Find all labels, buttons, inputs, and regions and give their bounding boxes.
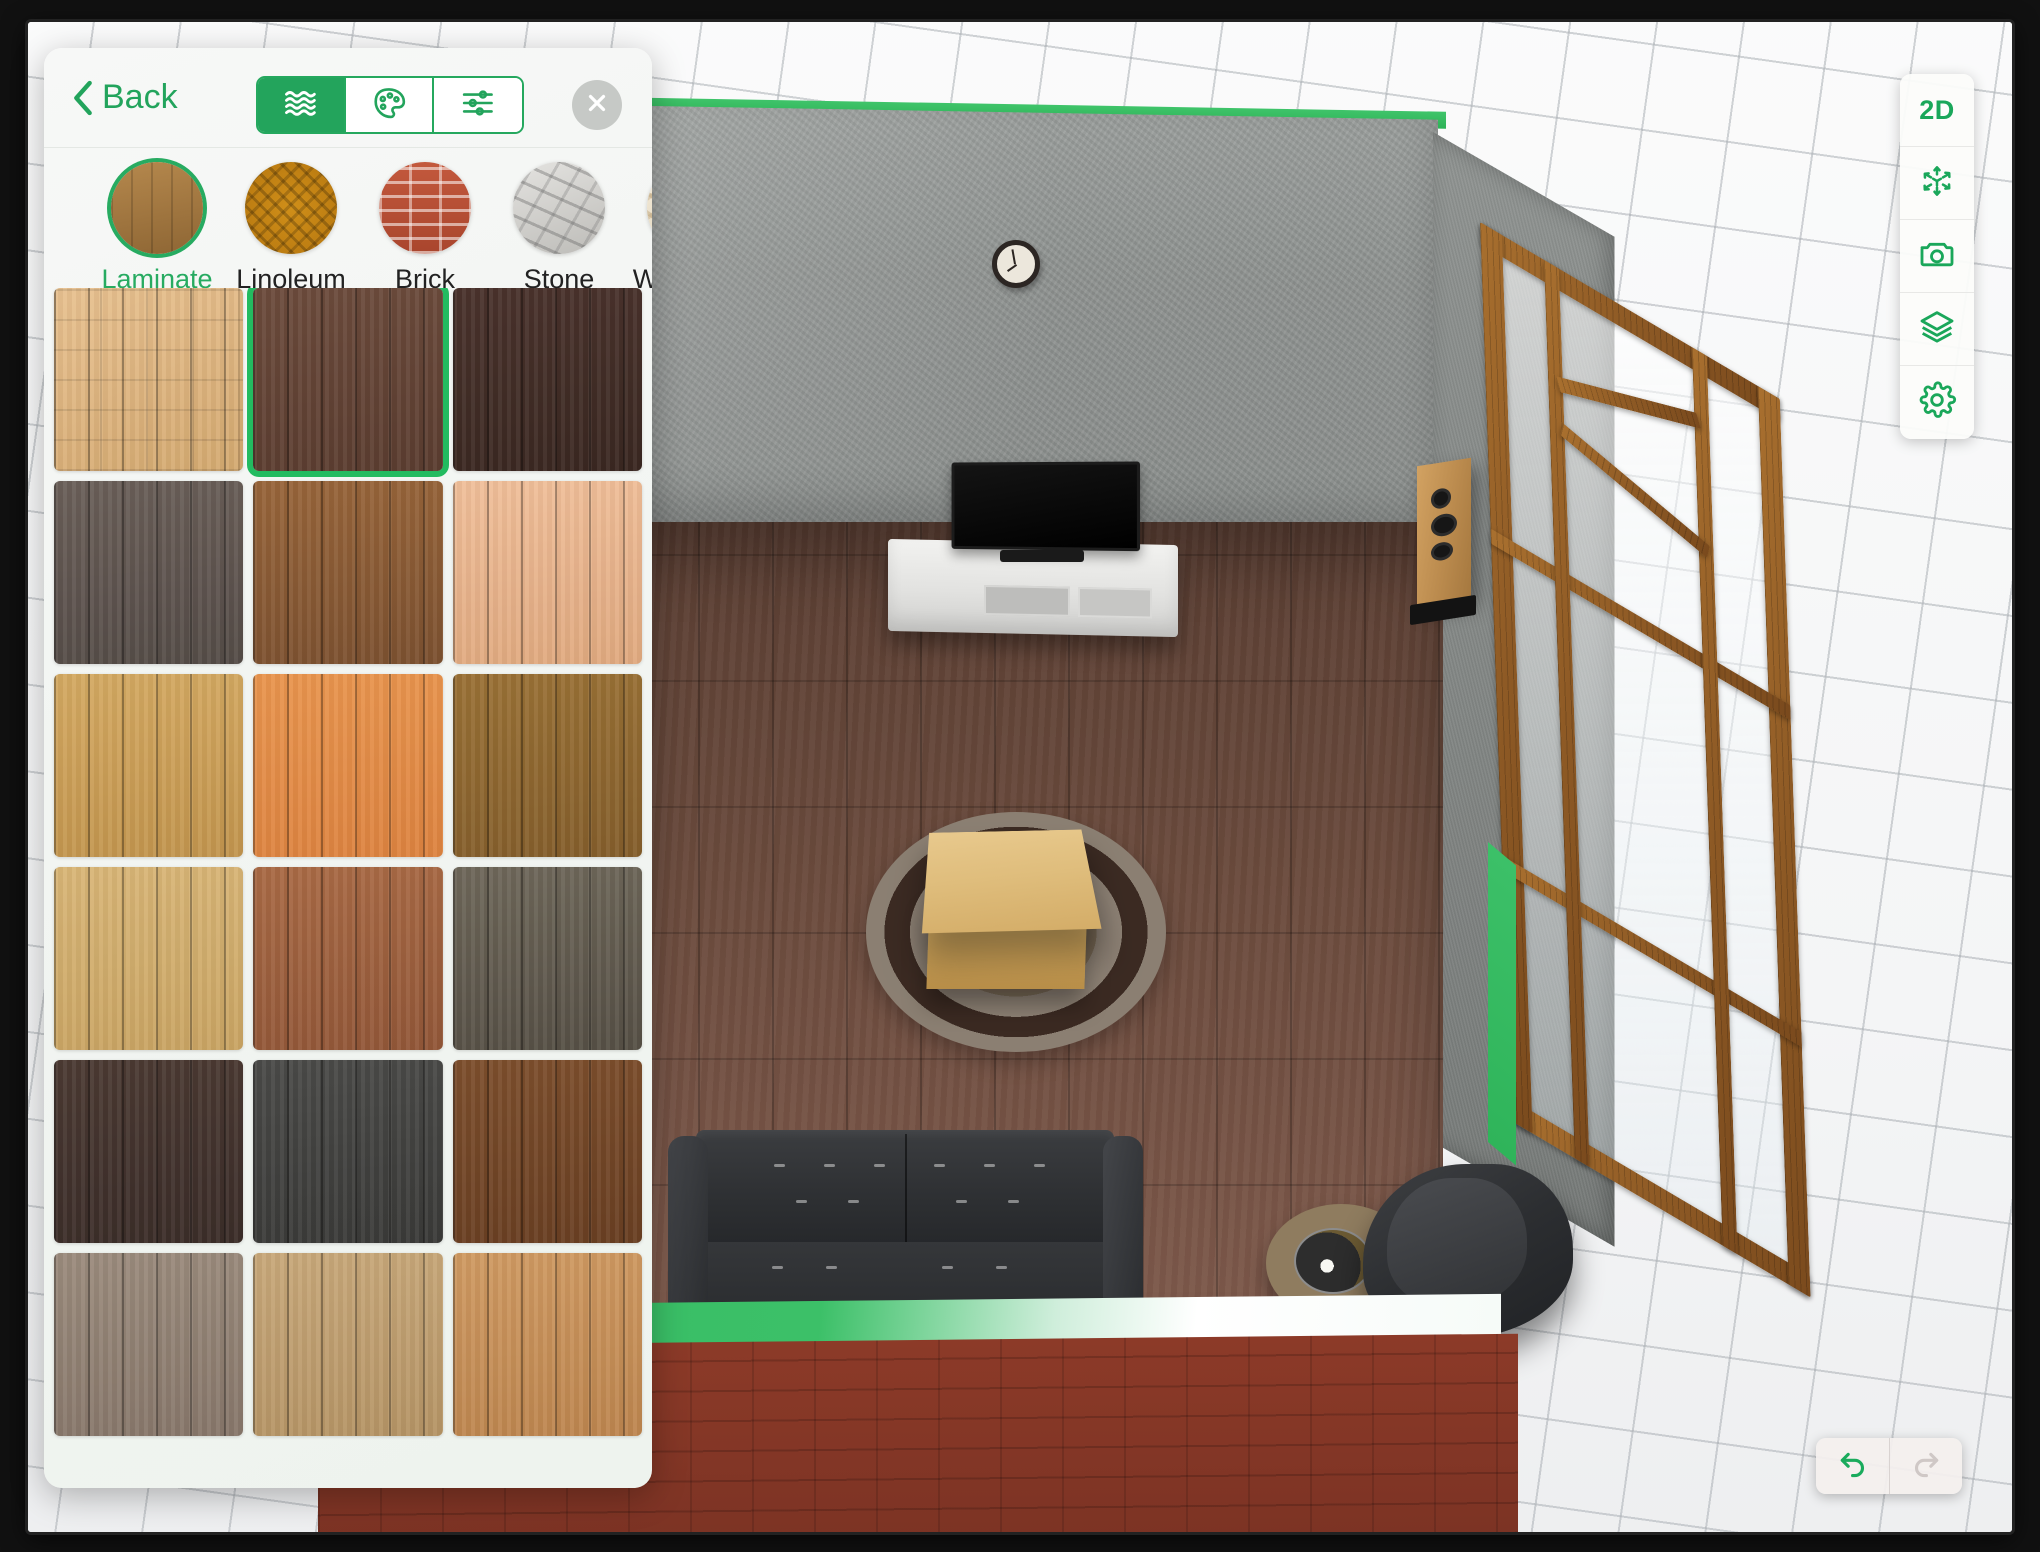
material-swatch-reddish-brown-planks[interactable]	[253, 867, 443, 1050]
close-button[interactable]	[572, 80, 622, 130]
floor-speaker[interactable]	[1417, 457, 1471, 607]
panel-header: Back	[44, 48, 652, 148]
view-2d-label: 2D	[1919, 94, 1955, 125]
redo-icon	[1909, 1447, 1943, 1486]
material-swatch-olive-grey-planks[interactable]	[452, 867, 642, 1050]
material-swatch-grey-taupe-planks[interactable]	[54, 1253, 244, 1436]
material-swatch-peach-planks[interactable]	[452, 481, 642, 664]
category-label: Laminate	[101, 264, 213, 288]
gear-icon-button[interactable]	[1900, 366, 1974, 439]
material-swatch-bright-orange-wood[interactable]	[253, 674, 443, 857]
gear-icon	[1917, 380, 1957, 425]
category-wallpaper[interactable]: Wallpaper	[626, 162, 652, 288]
material-picker-panel: Back Laminate Linoleum Brick Stone W	[44, 48, 652, 1488]
category-laminate[interactable]: Laminate	[90, 162, 224, 288]
material-swatch-light-parquet-blocks[interactable]	[54, 288, 244, 471]
app-root: 2D Back Laminate Linoleum Brick Stone W	[0, 0, 2040, 1552]
tab-texture[interactable]	[258, 78, 346, 132]
material-swatch-honey-oak[interactable]	[54, 674, 244, 857]
layers-icon	[1917, 307, 1957, 352]
category-label: Stone	[523, 264, 595, 288]
category-linoleum[interactable]: Linoleum	[224, 162, 358, 288]
speaker-cone-mid	[1431, 511, 1457, 539]
category-thumbnail	[379, 162, 471, 254]
layers-icon-button[interactable]	[1900, 293, 1974, 366]
close-icon	[584, 90, 610, 121]
category-thumbnail	[647, 162, 652, 254]
orbit-move-icon	[1918, 162, 1956, 205]
category-thumbnail	[111, 162, 203, 254]
back-button[interactable]: Back	[70, 78, 178, 118]
camera-icon-button[interactable]	[1900, 220, 1974, 293]
material-swatch-walnut-planks[interactable]	[452, 674, 642, 857]
sofa-backrest	[696, 1130, 1114, 1250]
orbit-move-icon-button[interactable]	[1900, 147, 1974, 220]
texture-waves-icon	[281, 87, 321, 124]
category-stone[interactable]: Stone	[492, 162, 626, 288]
category-thumbnail	[245, 162, 337, 254]
material-category-strip[interactable]: Laminate Linoleum Brick Stone Wallpaper	[44, 148, 652, 288]
speaker-cone-bottom	[1431, 540, 1453, 563]
console-shelf-right	[1078, 586, 1152, 619]
undo-button[interactable]	[1816, 1438, 1889, 1494]
wall-clock[interactable]	[992, 240, 1040, 288]
console-shelf-left	[984, 584, 1070, 617]
tab-color[interactable]	[346, 78, 434, 132]
material-swatch-espresso-planks[interactable]	[452, 288, 642, 471]
coffee-table[interactable]	[921, 829, 1102, 934]
tv-stand	[1000, 550, 1084, 562]
material-swatch-grey-brown-planks[interactable]	[54, 481, 244, 664]
speaker-cone-top	[1431, 486, 1451, 511]
sliders-icon	[459, 87, 497, 124]
right-wall-top-edge	[1488, 842, 1516, 1166]
material-swatch-light-tan-planks[interactable]	[253, 1253, 443, 1436]
view-2d-toggle[interactable]: 2D	[1900, 74, 1974, 147]
category-thumbnail	[513, 162, 605, 254]
television[interactable]	[951, 461, 1141, 552]
category-label: Wallpaper	[632, 264, 652, 288]
material-swatch-charcoal-planks[interactable]	[253, 1060, 443, 1243]
material-swatch-medium-brown-planks[interactable]	[253, 481, 443, 664]
category-label: Brick	[395, 264, 455, 288]
material-swatch-dark-espresso-planks[interactable]	[54, 1060, 244, 1243]
history-controls	[1816, 1438, 1962, 1494]
material-swatch-dark-brown-planks[interactable]	[253, 288, 443, 471]
category-brick[interactable]: Brick	[358, 162, 492, 288]
category-label: Linoleum	[236, 264, 346, 288]
camera-icon	[1917, 234, 1957, 279]
undo-icon	[1836, 1447, 1870, 1486]
redo-button[interactable]	[1889, 1438, 1962, 1494]
material-swatch-golden-honey-planks[interactable]	[452, 1253, 642, 1436]
palette-icon	[370, 86, 408, 125]
material-mode-segmented-control	[256, 76, 524, 134]
tab-adjust[interactable]	[434, 78, 522, 132]
right-toolbar: 2D	[1900, 74, 1974, 439]
chevron-left-icon	[70, 78, 96, 118]
back-label: Back	[102, 78, 178, 116]
material-swatch-warm-brown-planks[interactable]	[452, 1060, 642, 1243]
material-swatch-grid[interactable]	[44, 288, 652, 1488]
material-swatch-light-golden-oak[interactable]	[54, 867, 244, 1050]
